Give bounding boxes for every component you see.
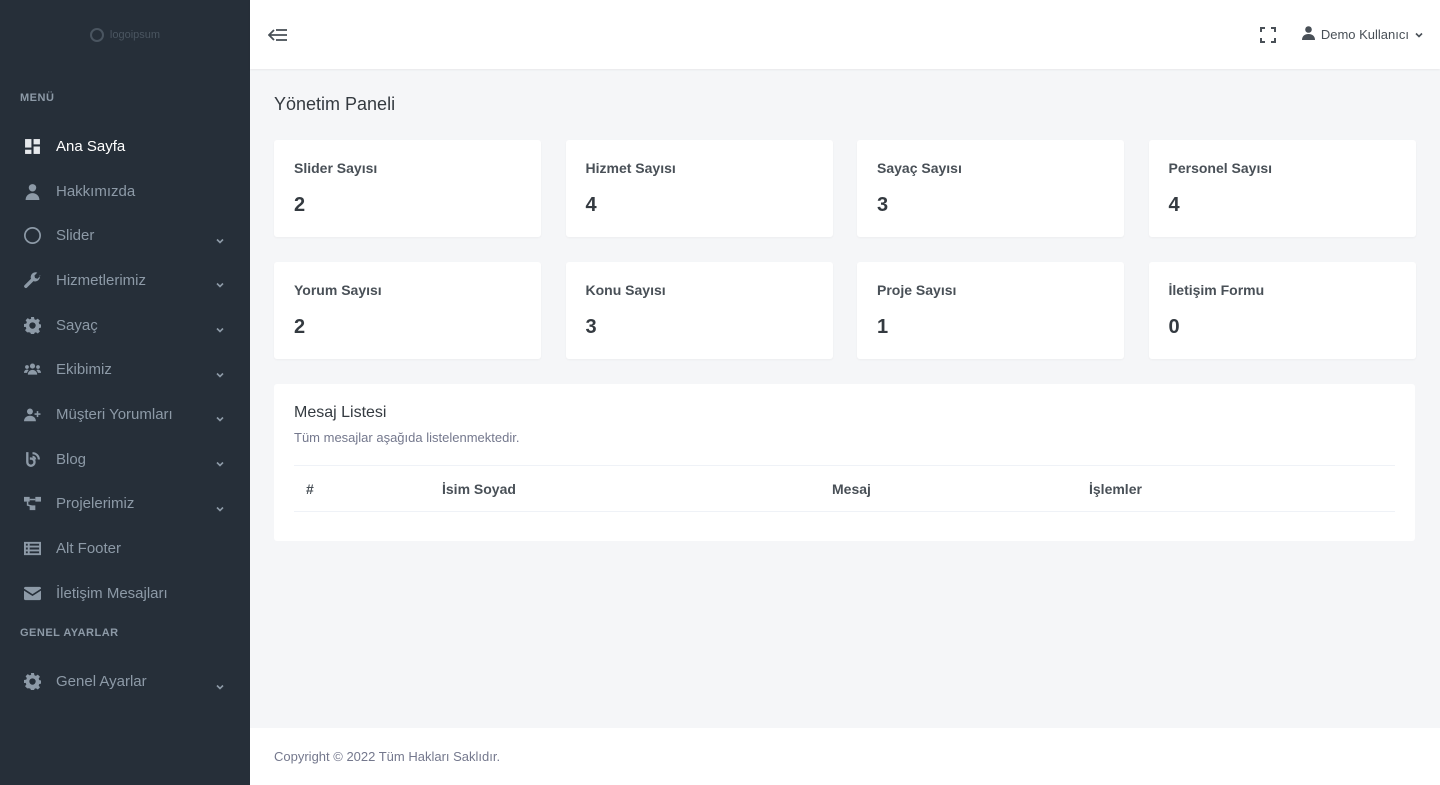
sidebar-item-label: Ekibimiz	[56, 361, 112, 379]
users-icon	[24, 361, 41, 378]
sidebar-item-label: Projelerimiz	[56, 495, 135, 513]
chevron-down-icon	[216, 366, 224, 378]
main-content: Yönetim Paneli Slider Sayısı 2 Hizmet Say…	[250, 69, 1440, 728]
sidebar-item-ana-sayfa[interactable]: Ana Sayfa	[0, 124, 250, 169]
chevron-down-icon	[216, 500, 224, 512]
logo-text: logoipsum	[109, 29, 161, 41]
sidebar-item-label: Genel Ayarlar	[56, 673, 147, 691]
settings-section-title: GENEL AYARLAR	[20, 626, 119, 639]
stat-label: Hizmet Sayısı	[585, 160, 676, 176]
sidebar-item-label: Slider	[56, 227, 95, 245]
stat-card: Konu Sayısı 3	[565, 262, 833, 359]
stat-card: Personel Sayısı 4	[1148, 140, 1416, 237]
sidebar-item-iletisim-mesajlari[interactable]: İletişim Mesajları	[0, 571, 250, 616]
sidebar-item-sayac[interactable]: Sayaç	[0, 303, 250, 348]
sidebar-item-label: Müşteri Yorumları	[56, 405, 173, 423]
stat-label: İletişim Formu	[1168, 282, 1265, 298]
logo[interactable]: logoipsum	[0, 0, 250, 70]
topbar-right: Demo Kullanıcı	[1259, 26, 1423, 43]
dashboard-icon	[24, 138, 41, 155]
gear-icon	[24, 316, 41, 334]
sidebar-item-genel-ayarlar[interactable]: Genel Ayarlar	[0, 660, 250, 705]
user-icon	[1301, 26, 1315, 43]
stats-grid: Slider Sayısı 2 Hizmet Sayısı 4 Sayaç Sayı…	[274, 140, 1416, 359]
message-list-title: Mesaj Listesi	[294, 404, 387, 421]
stat-value: 3	[585, 316, 597, 338]
message-list-card: Mesaj Listesi Tüm mesajlar aşağıda liste…	[274, 384, 1415, 541]
column-header-number: #	[294, 465, 430, 512]
sidebar-toggle-button[interactable]	[267, 24, 289, 46]
sidebar-item-ekibimiz[interactable]: Ekibimiz	[0, 347, 250, 392]
message-list-subtitle: Tüm mesajlar aşağıda listelenmektedir.	[294, 430, 520, 445]
sidebar-item-label: Ana Sayfa	[56, 137, 126, 155]
circle-icon	[24, 227, 41, 245]
topbar: Demo Kullanıcı	[250, 0, 1440, 69]
stat-label: Yorum Sayısı	[294, 282, 382, 298]
table-header-row: # İsim Soyad Mesaj İşlemler	[294, 465, 1395, 512]
footer: Copyright © 2022 Tüm Hakları Saklıdır.	[250, 728, 1440, 785]
user-menu[interactable]: Demo Kullanıcı	[1301, 26, 1423, 43]
stat-value: 3	[877, 194, 889, 216]
column-header-actions: İşlemler	[1077, 465, 1395, 512]
stat-card: İletişim Formu 0	[1148, 262, 1416, 359]
stat-label: Slider Sayısı	[294, 160, 378, 176]
stat-value: 1	[877, 316, 889, 338]
sidebar: logoipsum MENÜ Ana Sayfa Hakkımızda Slid…	[0, 0, 250, 785]
stat-card: Sayaç Sayısı 3	[857, 140, 1124, 237]
sidebar-item-label: Hakkımızda	[56, 182, 136, 200]
stat-card: Slider Sayısı 2	[274, 140, 541, 237]
sidebar-item-hakkimizda[interactable]: Hakkımızda	[0, 169, 250, 214]
chevron-down-icon	[216, 455, 224, 467]
logo-icon	[89, 28, 104, 42]
sidebar-item-label: Hizmetlerimiz	[56, 271, 146, 289]
stat-card: Yorum Sayısı 2	[274, 262, 541, 359]
user-plus-icon	[24, 406, 41, 423]
chevron-down-icon	[216, 410, 224, 423]
wrench-icon	[24, 272, 41, 289]
envelope-icon	[24, 585, 41, 602]
chevron-down-icon	[216, 321, 224, 333]
blog-icon	[24, 451, 41, 468]
stat-value: 4	[1168, 194, 1180, 216]
chevron-down-icon	[216, 678, 224, 690]
stat-label: Proje Sayısı	[877, 282, 957, 298]
sidebar-item-hizmetlerimiz[interactable]: Hizmetlerimiz	[0, 258, 250, 303]
stat-label: Personel Sayısı	[1168, 160, 1273, 176]
menu-section-title: MENÜ	[20, 92, 55, 104]
sidebar-item-label: Alt Footer	[56, 540, 122, 558]
stat-card: Proje Sayısı 1	[857, 262, 1124, 359]
user-name: Demo Kullanıcı	[1320, 27, 1409, 42]
stat-value: 2	[294, 316, 306, 338]
sidebar-item-label: İletişim Mesajları	[56, 584, 168, 602]
list-icon	[24, 540, 41, 557]
chevron-down-icon	[216, 232, 224, 244]
sidebar-item-slider[interactable]: Slider	[0, 213, 250, 258]
stat-value: 4	[585, 194, 597, 216]
fullscreen-button[interactable]	[1259, 26, 1276, 43]
message-table: # İsim Soyad Mesaj İşlemler	[294, 465, 1395, 512]
stat-card: Hizmet Sayısı 4	[565, 140, 833, 237]
page-title: Yönetim Paneli	[274, 94, 396, 114]
sidebar-item-blog[interactable]: Blog	[0, 437, 250, 482]
copyright-text: Copyright © 2022 Tüm Hakları Saklıdır.	[274, 749, 501, 764]
sidebar-item-musteri-yorumlari[interactable]: Müşteri Yorumları	[0, 392, 250, 437]
sidebar-item-alt-footer[interactable]: Alt Footer	[0, 526, 250, 571]
column-header-name: İsim Soyad	[430, 465, 820, 512]
sitemap-icon	[24, 495, 41, 512]
stat-label: Konu Sayısı	[585, 282, 666, 298]
stat-value: 2	[294, 194, 306, 216]
column-header-message: Mesaj	[820, 465, 1077, 512]
chevron-down-icon	[216, 276, 224, 289]
sidebar-item-label: Blog	[56, 450, 87, 468]
stat-value: 0	[1168, 316, 1180, 338]
stat-label: Sayaç Sayısı	[877, 160, 962, 176]
sidebar-item-label: Sayaç	[56, 316, 98, 334]
chevron-down-icon	[1415, 27, 1423, 42]
gear-icon	[24, 673, 41, 691]
fullscreen-icon	[1259, 26, 1276, 43]
user-icon	[24, 183, 41, 200]
sidebar-item-projelerimiz[interactable]: Projelerimiz	[0, 482, 250, 527]
menu-collapse-icon	[268, 28, 287, 41]
